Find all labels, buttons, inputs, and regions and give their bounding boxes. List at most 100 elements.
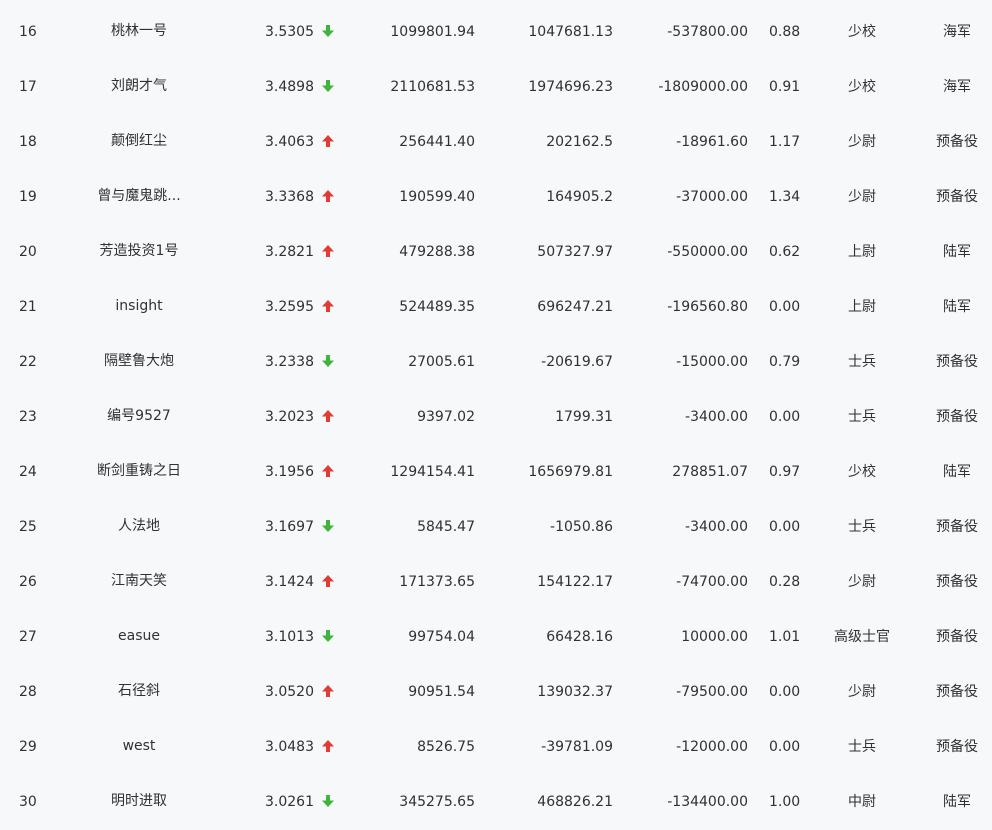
value-2-cell: 164905.2 <box>546 189 613 205</box>
branch-cell: 预备役 <box>936 519 978 535</box>
value-3-cell: 10000.00 <box>681 629 748 645</box>
name-cell[interactable]: 江南天笑 <box>80 574 198 592</box>
rank-cell: 29 <box>19 739 37 755</box>
name-cell[interactable]: 刘朗才气 <box>80 79 198 97</box>
value-3-cell: -3400.00 <box>685 519 748 535</box>
arrow-up-icon <box>322 280 338 335</box>
ratio-cell: 0.62 <box>769 244 801 260</box>
branch-cell: 预备役 <box>936 574 978 590</box>
ratio-cell: 0.00 <box>769 299 801 315</box>
ratio-cell: 1.17 <box>769 134 801 150</box>
name-cell[interactable]: 明时进取 <box>80 794 198 812</box>
table-row: 25 人法地 3.1697 5845.47 -1050.86 -3400.00 0.00 士兵… <box>0 500 992 555</box>
grade-cell: 少尉 <box>848 189 876 205</box>
value-2-cell: 139032.37 <box>537 684 613 700</box>
ratio-cell: 0.88 <box>769 24 801 40</box>
value-3-cell: -196560.80 <box>667 299 748 315</box>
name-cell[interactable]: west <box>80 739 198 757</box>
arrow-up-icon <box>322 390 338 445</box>
score-cell: 3.1956 <box>265 464 314 480</box>
name-cell[interactable]: 隔壁鲁大炮 <box>80 354 198 372</box>
ratio-cell: 1.01 <box>769 629 801 645</box>
score-cell: 3.3368 <box>265 189 314 205</box>
ratio-cell: 0.97 <box>769 464 801 480</box>
table-row: 20 芳造投资1号 3.2821 479288.38 507327.97 -550000.… <box>0 225 992 280</box>
table-row: 26 江南天笑 3.1424 171373.65 154122.17 -74700.00 0… <box>0 555 992 610</box>
value-1-cell: 1099801.94 <box>390 24 475 40</box>
value-2-cell: 1799.31 <box>555 409 613 425</box>
branch-cell: 海军 <box>943 79 971 95</box>
ranking-table: 16 桃林一号 3.5305 1099801.94 1047681.13 -537800.… <box>0 0 992 827</box>
branch-cell: 陆军 <box>943 794 971 810</box>
value-2-cell: 154122.17 <box>537 574 613 590</box>
rank-cell: 25 <box>19 519 37 535</box>
name-cell[interactable]: 人法地 <box>80 519 198 537</box>
ratio-cell: 1.34 <box>769 189 801 205</box>
value-3-cell: -550000.00 <box>667 244 748 260</box>
name-cell[interactable]: insight <box>80 299 198 317</box>
value-2-cell: 1047681.13 <box>528 24 613 40</box>
grade-cell: 少校 <box>848 79 876 95</box>
score-cell: 3.0520 <box>265 684 314 700</box>
ratio-cell: 0.00 <box>769 684 801 700</box>
value-3-cell: -3400.00 <box>685 409 748 425</box>
score-cell: 3.1697 <box>265 519 314 535</box>
table-row: 21 insight 3.2595 524489.35 696247.21 -196560… <box>0 280 992 335</box>
grade-cell: 士兵 <box>848 354 876 370</box>
table-row: 29 west 3.0483 8526.75 -39781.09 -12000.00 0.0… <box>0 720 992 775</box>
value-2-cell: -39781.09 <box>541 739 613 755</box>
branch-cell: 陆军 <box>943 464 971 480</box>
rank-cell: 20 <box>19 244 37 260</box>
arrow-up-icon <box>322 445 338 500</box>
score-cell: 3.2821 <box>265 244 314 260</box>
rank-cell: 17 <box>19 79 37 95</box>
branch-cell: 陆军 <box>943 299 971 315</box>
value-3-cell: 278851.07 <box>672 464 748 480</box>
value-1-cell: 8526.75 <box>417 739 475 755</box>
name-cell[interactable]: 断剑重铸之日 <box>80 464 198 482</box>
score-cell: 3.0483 <box>265 739 314 755</box>
table-row: 23 编号9527 3.2023 9397.02 1799.31 -3400.00 0.00… <box>0 390 992 445</box>
value-1-cell: 524489.35 <box>399 299 475 315</box>
rank-cell: 28 <box>19 684 37 700</box>
value-3-cell: -537800.00 <box>667 24 748 40</box>
arrow-down-icon <box>322 775 338 830</box>
score-cell: 3.5305 <box>265 24 314 40</box>
branch-cell: 陆军 <box>943 244 971 260</box>
rank-cell: 26 <box>19 574 37 590</box>
grade-cell: 少尉 <box>848 574 876 590</box>
score-cell: 3.1013 <box>265 629 314 645</box>
table-row: 19 曾与魔鬼跳... 3.3368 190599.40 164905.2 -37000.… <box>0 170 992 225</box>
name-cell[interactable]: 芳造投资1号 <box>80 244 198 262</box>
name-cell[interactable]: 石径斜 <box>80 684 198 702</box>
score-cell: 3.0261 <box>265 794 314 810</box>
value-2-cell: -1050.86 <box>550 519 613 535</box>
name-cell[interactable]: 桃林一号 <box>80 24 198 42</box>
table-row: 17 刘朗才气 3.4898 2110681.53 1974696.23 -1809000… <box>0 60 992 115</box>
rank-cell: 24 <box>19 464 37 480</box>
name-cell[interactable]: 颠倒红尘 <box>80 134 198 152</box>
rank-cell: 27 <box>19 629 37 645</box>
branch-cell: 预备役 <box>936 629 978 645</box>
branch-cell: 预备役 <box>936 354 978 370</box>
score-cell: 3.2595 <box>265 299 314 315</box>
table-row: 30 明时进取 3.0261 345275.65 468826.21 -134400.00… <box>0 775 992 830</box>
arrow-up-icon <box>322 720 338 775</box>
name-cell[interactable]: easue <box>80 629 198 647</box>
table-row: 28 石径斜 3.0520 90951.54 139032.37 -79500.00 0.0… <box>0 665 992 720</box>
value-2-cell: 1656979.81 <box>528 464 613 480</box>
value-1-cell: 1294154.41 <box>390 464 475 480</box>
branch-cell: 预备役 <box>936 684 978 700</box>
arrow-up-icon <box>322 115 338 170</box>
branch-cell: 预备役 <box>936 739 978 755</box>
name-cell[interactable]: 曾与魔鬼跳... <box>80 189 198 207</box>
value-1-cell: 5845.47 <box>417 519 475 535</box>
grade-cell: 士兵 <box>848 519 876 535</box>
table-row: 22 隔壁鲁大炮 3.2338 27005.61 -20619.67 -15000.00 0… <box>0 335 992 390</box>
value-1-cell: 2110681.53 <box>390 79 475 95</box>
value-3-cell: -15000.00 <box>676 354 748 370</box>
rank-cell: 23 <box>19 409 37 425</box>
name-cell[interactable]: 编号9527 <box>80 409 198 427</box>
value-1-cell: 171373.65 <box>399 574 475 590</box>
table-row: 18 颠倒红尘 3.4063 256441.40 202162.5 -18961.60 1.… <box>0 115 992 170</box>
